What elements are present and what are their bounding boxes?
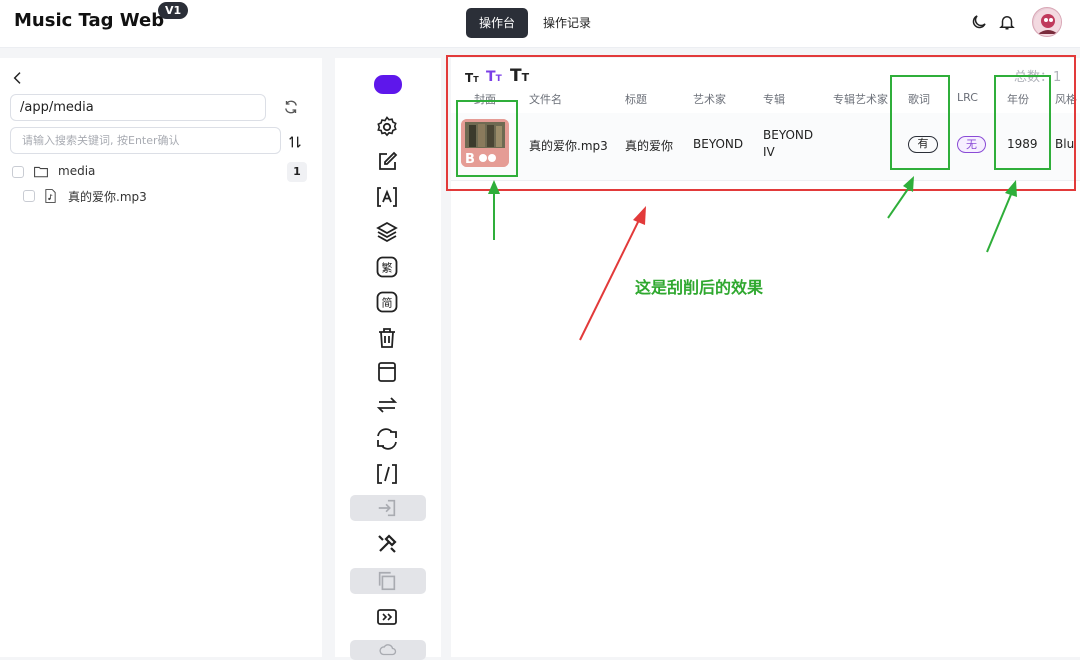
file-label: 真的爱你.mp3 (68, 190, 147, 204)
font-size-small-icon[interactable]: TT (465, 71, 479, 85)
swap-icon[interactable] (375, 393, 399, 417)
app-title: Music Tag Web (14, 10, 165, 31)
tools-icon[interactable] (375, 532, 399, 556)
moon-icon[interactable] (970, 13, 988, 31)
cell-album-line2: IV (763, 145, 775, 159)
import-icon (378, 499, 396, 517)
copy-button[interactable] (350, 568, 426, 594)
text-recognize-icon[interactable] (375, 185, 399, 209)
rename-icon[interactable] (375, 462, 399, 486)
column-header-genre: 风格 (1055, 93, 1077, 106)
svg-text:B: B (465, 152, 475, 167)
sort-icon[interactable] (287, 134, 303, 150)
album-cover-thumbnail[interactable]: B (461, 119, 509, 167)
cell-album-line1: BEYOND (763, 128, 814, 142)
annotation-caption: 这是刮削后的效果 (635, 278, 764, 297)
cell-artist: BEYOND (693, 137, 744, 151)
svg-text:简: 简 (382, 296, 393, 310)
folder-label: media (58, 164, 96, 178)
column-header-filename: 文件名 (529, 93, 562, 106)
music-table-panel: TT TT TT 总数：1 封面 文件名 标题 艺术家 专辑 专辑艺术家 歌词 … (451, 58, 1080, 657)
gear-icon[interactable] (375, 115, 399, 139)
folder-count: 1 (287, 162, 307, 182)
tree-item-folder[interactable]: media (10, 162, 290, 182)
svg-text:繁: 繁 (382, 261, 393, 275)
cell-year: 1989 (1007, 137, 1038, 151)
column-header-artist: 艺术家 (693, 93, 726, 106)
column-header-lyrics: 歌词 (908, 93, 930, 106)
cell-filename: 真的爱你.mp3 (529, 139, 608, 153)
back-icon[interactable] (10, 70, 26, 86)
lrc-status-badge[interactable]: 无 (957, 136, 986, 153)
file-browser-panel: /app/media 请输入搜索关键词, 按Enter确认 media 1 真的… (0, 58, 322, 657)
import-button[interactable] (350, 495, 426, 521)
music-file-icon (45, 189, 56, 203)
column-header-title: 标题 (625, 93, 647, 106)
column-header-year: 年份 (1007, 93, 1029, 106)
path-input[interactable]: /app/media (10, 94, 266, 121)
column-header-album-artist: 专辑艺术家 (833, 93, 888, 106)
trash-icon[interactable] (375, 326, 399, 350)
column-header-lrc: LRC (957, 91, 978, 104)
copy-icon (378, 571, 396, 591)
folder-checkbox[interactable] (12, 166, 24, 178)
total-count: 总数：1 (1014, 70, 1062, 85)
convert-icon[interactable] (375, 427, 399, 451)
version-badge: V1 (158, 2, 189, 19)
font-size-medium-icon[interactable]: TT (486, 69, 502, 85)
action-toolbar: 繁 简 (335, 58, 441, 660)
column-header-album: 专辑 (763, 93, 785, 106)
tree-item-file[interactable]: 真的爱你.mp3 (21, 186, 281, 206)
search-input[interactable]: 请输入搜索关键词, 按Enter确认 (10, 127, 281, 154)
lyrics-status-badge[interactable]: 有 (908, 136, 938, 153)
avatar[interactable] (1032, 7, 1062, 37)
top-bar: Music Tag Web V1 操作台 操作记录 (0, 0, 1080, 48)
upload-button[interactable] (350, 640, 426, 660)
color-theme-button[interactable] (374, 75, 402, 94)
refresh-icon[interactable] (282, 98, 300, 116)
bell-icon[interactable] (998, 13, 1016, 31)
traditional-chinese-icon[interactable]: 繁 (375, 255, 399, 279)
cell-title: 真的爱你 (625, 139, 674, 153)
layers-icon[interactable] (375, 220, 399, 244)
column-header-cover: 封面 (474, 93, 496, 106)
tab-history[interactable]: 操作记录 (530, 8, 604, 38)
cell-genre: Blu (1055, 137, 1075, 151)
font-size-large-icon[interactable]: TT (510, 66, 529, 86)
playlist-icon[interactable] (375, 605, 399, 629)
folder-icon (34, 166, 48, 178)
archive-icon[interactable] (375, 360, 399, 384)
upload-icon (379, 644, 397, 656)
simplified-chinese-icon[interactable]: 简 (375, 290, 399, 314)
tab-workbench[interactable]: 操作台 (466, 8, 529, 38)
edit-icon[interactable] (375, 150, 399, 174)
file-checkbox[interactable] (23, 190, 35, 202)
